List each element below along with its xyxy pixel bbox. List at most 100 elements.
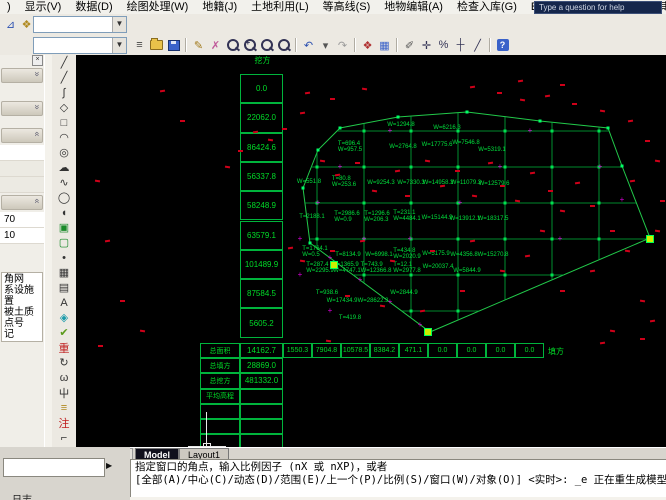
erase-icon[interactable]: ✗ (208, 38, 224, 53)
undo-dropdown-icon[interactable]: ▾ (318, 38, 334, 53)
grid-cell-volume-label: T=12.1 W=2977.8 (393, 262, 421, 274)
fill-volume-cell: 0.0 (428, 343, 457, 359)
elevation-point (500, 185, 505, 187)
annotate-icon[interactable]: 注 (54, 415, 74, 430)
image-icon[interactable]: ▤ (54, 280, 74, 295)
draw-line-icon[interactable]: ✎ (191, 38, 207, 53)
omega-icon[interactable]: ω (54, 370, 74, 385)
panel-value-rows: 70 10 (0, 212, 44, 244)
ucs-tool-icon[interactable]: ⊿ (3, 17, 19, 32)
menu-item[interactable]: ) (0, 1, 18, 14)
selected-grip[interactable] (424, 328, 432, 336)
trim-icon[interactable]: ╱ (470, 38, 486, 53)
panel-input-row[interactable] (0, 145, 44, 161)
panel-row[interactable] (0, 177, 44, 193)
tree-item[interactable]: 被土质 (4, 307, 42, 318)
panel-section-collapsed-2[interactable]: » (1, 101, 43, 116)
multiline-icon[interactable]: ≡ (54, 400, 74, 415)
menu-item[interactable]: 数据(D) (68, 1, 119, 14)
tree-item[interactable]: 点号 (4, 318, 42, 329)
revcloud-icon[interactable]: ☁ (54, 160, 74, 175)
combo-arrow-icon[interactable]: ▼ (112, 17, 126, 32)
draw-toolbar: ╱ ╱ ∫ ◇ □ ◠ ◎ ☁ ∿ ◯ ◖ ▣ ▢ • ▦ ▤ A ◈ ✔ 重 ↻ ω 屮 ≡ 注 ⌐ (52, 55, 77, 447)
close-icon[interactable]: × (32, 55, 43, 66)
polyline-icon[interactable]: ∫ (54, 85, 74, 100)
hatch-icon[interactable]: ▦ (54, 265, 74, 280)
arrow-right-icon[interactable]: ▶ (106, 461, 112, 470)
redo-icon[interactable]: ↷ (335, 38, 351, 53)
tree-item[interactable]: 角网 (4, 274, 42, 285)
tree-item[interactable]: 记 (4, 329, 42, 340)
ellipse-arc-icon[interactable]: ◖ (54, 205, 74, 220)
node-cross-marker: + (457, 198, 463, 207)
layer-icon[interactable]: ◈ (54, 310, 74, 325)
selected-grip[interactable] (646, 235, 654, 243)
find-icon[interactable]: ❖ (360, 38, 376, 53)
ray-icon[interactable]: ╱ (54, 70, 74, 85)
rotate-icon[interactable]: ↻ (54, 355, 74, 370)
menu-item[interactable]: 绘图处理(W) (120, 1, 196, 14)
insert-block-icon[interactable]: ▣ (54, 220, 74, 235)
combo-arrow-icon[interactable]: ▼ (112, 38, 126, 53)
zoom-extents-icon[interactable] (259, 38, 275, 53)
layer-combo[interactable]: ▼ (33, 16, 127, 33)
undo-icon[interactable]: ↶ (301, 38, 317, 53)
grid-cell-volume-label: T=419.8 (338, 315, 362, 321)
panel-value-row[interactable]: 10 (0, 228, 44, 244)
zoom-window-icon[interactable] (225, 38, 241, 53)
polygon-icon[interactable]: ◇ (54, 100, 74, 115)
help-question-input[interactable]: Type a question for help (534, 1, 662, 14)
menu-item[interactable]: 显示(V) (18, 1, 69, 14)
drawing-canvas[interactable]: 挖方 0.0 22062.0 86424.6 56337.8 58248.9 63579.… (76, 55, 666, 447)
zoom-in-icon[interactable]: + (242, 38, 258, 53)
scale-icon[interactable]: % (436, 38, 452, 53)
text-icon[interactable]: A (54, 295, 74, 310)
sketch-icon[interactable]: ✐ (402, 38, 418, 53)
zoom-previous-icon[interactable] (276, 38, 292, 53)
menu-item[interactable]: 地物编辑(A) (377, 1, 450, 14)
menu-item[interactable]: 等高线(S) (316, 1, 378, 14)
arc-icon[interactable]: ◠ (54, 130, 74, 145)
grid-cell-volume-label: W=2844.9 (390, 290, 418, 296)
selected-grip[interactable] (330, 261, 338, 269)
table-icon[interactable]: ▦ (377, 38, 393, 53)
fill-row-label: 填方 (548, 347, 564, 356)
command-line-window[interactable]: 指定窗口的角点，输入比例因子 (nX 或 nXP)，或者 [全部(A)/中心(C)… (130, 459, 666, 500)
break-icon[interactable]: ┼ (453, 38, 469, 53)
linetype-icon[interactable]: ≡ (132, 38, 148, 53)
check-icon[interactable]: ✔ (54, 325, 74, 340)
panel-section-collapsed-1[interactable]: » (1, 68, 43, 83)
ellipse-icon[interactable]: ◯ (54, 190, 74, 205)
make-block-icon[interactable]: ▢ (54, 235, 74, 250)
circle-icon[interactable]: ◎ (54, 145, 74, 160)
menu-item[interactable]: 土地利用(L) (244, 1, 315, 14)
fill-volume-cell: 10578.5 (341, 343, 370, 359)
tree-item[interactable]: 置 (4, 296, 42, 307)
point-icon[interactable]: • (54, 250, 74, 265)
grid-cell-volume-label: T=434.8 W=2020.9 (393, 248, 421, 260)
symbol-icon[interactable]: 屮 (54, 385, 74, 400)
cut-volume-cell: 101489.9 (240, 249, 283, 280)
elevation-point (548, 190, 553, 192)
shape-icon[interactable]: ⌐ (54, 430, 74, 445)
save-icon[interactable] (166, 38, 182, 53)
panel-section-expanded-2[interactable]: « (1, 195, 43, 210)
redraw-icon[interactable]: 重 (54, 340, 74, 355)
spline-icon[interactable]: ∿ (54, 175, 74, 190)
bottom-input-box[interactable] (3, 458, 105, 477)
line-icon[interactable]: ╱ (54, 55, 74, 70)
menu-item[interactable]: 地籍(J) (195, 1, 244, 14)
help-icon[interactable]: ? (495, 38, 511, 53)
open-icon[interactable] (149, 38, 165, 53)
tree-item[interactable]: 系设施 (4, 285, 42, 296)
toolbar-top: ⊿ ❖ ▼ (0, 14, 666, 37)
panel-value-row[interactable]: 70 (0, 212, 44, 228)
grid-cell-volume-label: W=15144.9 (421, 215, 453, 221)
rectangle-icon[interactable]: □ (54, 115, 74, 130)
panel-row[interactable] (0, 161, 44, 177)
command-combo[interactable]: ▼ (33, 37, 127, 54)
move-icon[interactable]: ✛ (419, 38, 435, 53)
menu-item[interactable]: 检查入库(G) (450, 1, 524, 14)
elevation-point (430, 250, 435, 252)
panel-section-expanded-1[interactable]: « (1, 128, 43, 143)
